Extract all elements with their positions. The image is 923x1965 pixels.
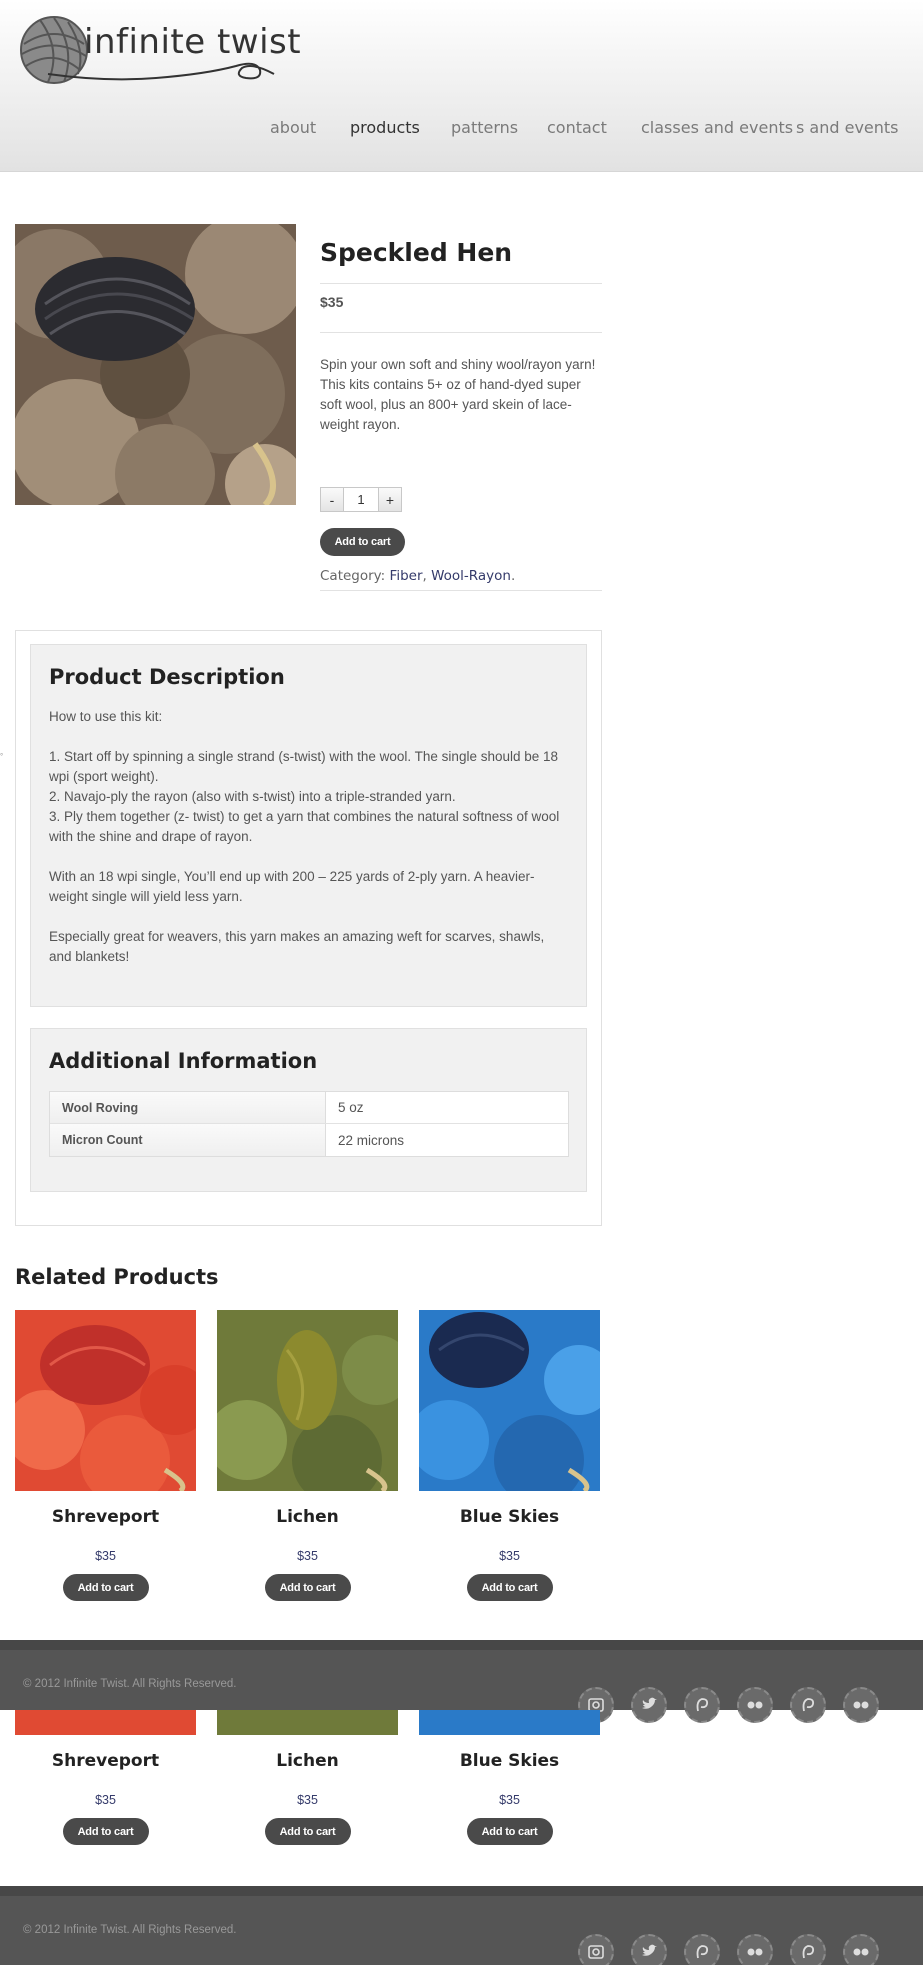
related-product-name[interactable]: Lichen — [217, 1507, 398, 1527]
description-para-3: Especially great for weavers, this yarn … — [49, 929, 545, 964]
additional-info-table: Wool Roving 5 oz Micron Count 22 microns — [49, 1091, 569, 1157]
description-heading: Product Description — [49, 665, 285, 689]
related-product-image[interactable] — [15, 1310, 196, 1491]
related-product-price: $35 — [297, 1793, 318, 1807]
related-product-card: Lichen $35 Add to cart — [217, 1710, 398, 1845]
qty-input[interactable]: 1 — [344, 487, 378, 512]
nav-products[interactable]: products — [350, 118, 420, 137]
add-to-cart-button[interactable]: Add to cart — [320, 528, 405, 556]
qty-minus-button[interactable]: - — [320, 487, 344, 512]
related-product-price: $35 — [499, 1549, 520, 1563]
category-link-fiber[interactable]: Fiber — [390, 568, 423, 584]
category-separator: , — [422, 568, 427, 584]
product-image[interactable] — [15, 224, 296, 505]
add-to-cart-button[interactable]: Add to cart — [62, 1818, 149, 1845]
copyright-text: © 2012 Infinite Twist. All Rights Reserv… — [23, 1924, 237, 1936]
related-product-image[interactable] — [217, 1710, 398, 1735]
product-short-description: Spin your own soft and shiny wool/rayon … — [320, 332, 602, 435]
additional-info-panel: Additional Information Wool Roving 5 oz … — [30, 1028, 587, 1192]
nav-contact[interactable]: contact — [547, 118, 607, 137]
related-product-price: $35 — [499, 1793, 520, 1807]
yarn-photo — [15, 224, 296, 505]
nav-patterns[interactable]: patterns — [451, 118, 518, 137]
flickr-icon[interactable] — [843, 1934, 879, 1965]
related-product-price: $35 — [95, 1549, 116, 1563]
related-product-card: Shreveport $35 Add to cart — [15, 1710, 196, 1845]
related-product-card: Shreveport $35 Add to cart — [15, 1310, 196, 1601]
related-product-card: Blue Skies $35 Add to cart — [419, 1710, 600, 1845]
table-row: Wool Roving 5 oz — [50, 1092, 568, 1124]
nav-about[interactable]: about — [270, 118, 316, 137]
product-price: $35 — [320, 294, 344, 310]
yarn-photo — [15, 1310, 196, 1491]
flickr-icon[interactable] — [737, 1934, 773, 1965]
related-product-name[interactable]: Lichen — [217, 1751, 398, 1771]
description-panel: Product Description How to use this kit:… — [30, 644, 587, 1007]
add-to-cart-button[interactable]: Add to cart — [264, 1818, 351, 1845]
quantity-stepper: - 1 + — [320, 487, 402, 512]
site-footer: © 2012 Infinite Twist. All Rights Reserv… — [0, 1640, 923, 1723]
related-product-price: $35 — [297, 1549, 318, 1563]
related-product-image[interactable] — [217, 1310, 398, 1491]
additional-info-heading: Additional Information — [49, 1049, 318, 1073]
related-product-card: Lichen $35 Add to cart — [217, 1310, 398, 1601]
related-product-price: $35 — [95, 1793, 116, 1807]
yarn-photo — [419, 1310, 600, 1491]
divider — [320, 283, 602, 284]
related-product-image[interactable] — [15, 1710, 196, 1735]
logo-swirl-icon — [47, 62, 275, 81]
product-title: Speckled Hen — [320, 238, 513, 267]
description-step-3: 3. Ply them together (z- twist) to get a… — [49, 809, 560, 844]
related-product-name[interactable]: Blue Skies — [419, 1507, 600, 1527]
category-link-wool-rayon[interactable]: Wool-Rayon — [431, 568, 511, 584]
site-header: infinite twist about products patterns c… — [0, 0, 923, 172]
related-product-name[interactable]: Shreveport — [15, 1751, 196, 1771]
product-tabs: Product Description How to use this kit:… — [15, 630, 602, 1226]
table-value: 22 microns — [338, 1132, 405, 1148]
table-row: Micron Count 22 microns — [50, 1124, 568, 1156]
twitter-icon[interactable] — [631, 1934, 667, 1965]
ravelry-icon[interactable] — [790, 1934, 826, 1965]
related-product-name[interactable]: Shreveport — [15, 1507, 196, 1527]
description-intro: How to use this kit: — [49, 709, 163, 724]
description-step-1: 1. Start off by spinning a single strand… — [49, 749, 559, 784]
description-step-2: 2. Navajo-ply the rayon (also with s-twi… — [49, 789, 456, 804]
product-category: Category: Fiber, Wool-Rayon. — [320, 568, 602, 591]
ravelry-icon[interactable] — [684, 1934, 720, 1965]
related-product-image[interactable] — [419, 1310, 600, 1491]
product-summary: Speckled Hen $35 Spin your own soft and … — [320, 238, 602, 435]
yarn-photo — [217, 1310, 398, 1491]
site-footer: © 2012 Infinite Twist. All Rights Reserv… — [0, 1886, 923, 1965]
edge-mark: ° — [0, 752, 4, 761]
related-product-image[interactable] — [419, 1710, 600, 1735]
add-to-cart-button[interactable]: Add to cart — [466, 1574, 553, 1601]
copyright-text: © 2012 Infinite Twist. All Rights Reserv… — [23, 1678, 237, 1690]
related-product-name[interactable]: Blue Skies — [419, 1751, 600, 1771]
table-key: Wool Roving — [50, 1092, 326, 1123]
related-product-card: Blue Skies $35 Add to cart — [419, 1310, 600, 1601]
nav-classes-events-overflow[interactable]: s and events — [796, 118, 899, 137]
table-key: Micron Count — [50, 1124, 326, 1156]
table-value: 5 oz — [338, 1100, 364, 1115]
qty-plus-button[interactable]: + — [378, 487, 402, 512]
duplicate-scroll-region: Shreveport $35 Add to cart Lichen $35 Ad… — [0, 1710, 923, 1965]
add-to-cart-button[interactable]: Add to cart — [264, 1574, 351, 1601]
description-para-2: With an 18 wpi single, You’ll end up wit… — [49, 869, 535, 904]
add-to-cart-button[interactable]: Add to cart — [466, 1818, 553, 1845]
instagram-icon[interactable] — [578, 1934, 614, 1965]
related-products-heading: Related Products — [15, 1265, 219, 1289]
category-end: . — [510, 568, 516, 584]
category-label: Category: — [320, 568, 386, 584]
main-nav: about products patterns contact classes … — [0, 118, 923, 142]
nav-classes-events[interactable]: classes and events — [641, 118, 793, 137]
add-to-cart-button[interactable]: Add to cart — [62, 1574, 149, 1601]
